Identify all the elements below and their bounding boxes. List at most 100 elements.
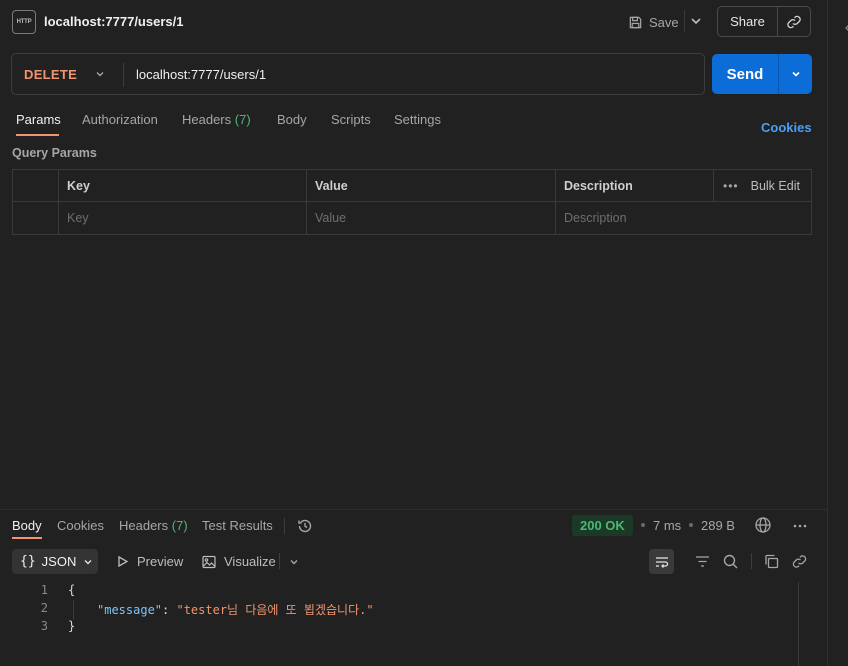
column-header-description: Description [564,179,633,193]
response-tab-test-results[interactable]: Test Results [202,518,273,533]
json-colon: : [162,603,177,617]
chevron-down-icon [84,559,92,564]
code-line: 2 "message": "tester님 다음에 또 뵙겠습니다." [0,601,800,619]
request-tabs: Params Authorization Headers (7) Body Sc… [0,108,827,136]
filter-icon[interactable] [694,553,711,570]
link-icon[interactable] [791,553,808,570]
visualize-button[interactable]: Visualize [202,554,276,569]
table-header-row: Key Value Description ••• Bulk Edit [13,170,811,202]
response-time[interactable]: 7 ms [653,518,681,533]
checkbox-column-header [13,170,59,202]
format-label: JSON [41,554,77,569]
globe-icon[interactable] [754,516,772,534]
column-header-value: Value [307,170,556,202]
image-icon [202,555,216,568]
code-line: 3 } [0,619,800,637]
copy-icon[interactable] [763,553,780,570]
chevron-down-icon [791,71,800,77]
format-select[interactable]: {} JSON [12,549,98,574]
bulk-edit-label: Bulk Edit [750,179,800,193]
visualize-chevron-down-icon[interactable] [288,556,300,568]
active-tab-indicator [12,537,42,539]
tab-headers-label: Headers [182,112,232,127]
response-tab-body[interactable]: Body [12,518,42,533]
wrap-lines-button[interactable] [649,549,674,574]
share-button[interactable]: Share [718,7,778,36]
right-sidebar-rail [827,0,848,666]
send-group: Send [712,54,812,94]
send-options-button[interactable] [779,54,812,94]
save-options-chevron-down-icon[interactable] [688,13,704,29]
table-row: Key Value Description [13,202,811,234]
response-divider[interactable] [0,509,827,510]
play-icon [118,555,129,568]
url-input[interactable]: localhost:7777/users/1 [136,67,266,82]
response-body-viewer[interactable]: 1 { 2 "message": "tester님 다음에 또 뵙겠습니다." … [0,582,800,666]
share-group: Share [717,6,811,37]
response-tab-cookies[interactable]: Cookies [57,518,104,533]
json-braces-icon: {} [20,554,36,569]
response-headers-count: (7) [171,518,188,533]
history-icon[interactable] [296,517,314,535]
save-icon [629,16,642,28]
url-bar: DELETE localhost:7777/users/1 [11,53,705,95]
cookies-link[interactable]: Cookies [761,120,812,135]
request-title[interactable]: localhost:7777/users/1 [44,14,183,29]
save-label: Save [649,14,679,30]
tab-scripts[interactable]: Scripts [331,112,371,127]
code-line: 1 { [0,583,800,601]
divider [751,553,752,569]
separator-dot [641,523,645,527]
query-params-title: Query Params [12,146,97,160]
divider [684,10,685,32]
response-tab-headers[interactable]: Headers (7) [119,518,188,533]
line-number: 2 [40,601,48,615]
save-button[interactable]: Save [624,8,684,36]
query-params-table: Key Value Description ••• Bulk Edit Key … [12,169,812,235]
preview-button[interactable]: Preview [116,554,183,569]
divider [713,170,714,202]
tab-headers[interactable]: Headers (7) [182,112,251,127]
request-title-bar: HTTP localhost:7777/users/1 Save Share [0,0,827,44]
method-chevron-down-icon[interactable] [94,68,106,80]
json-string-value: "tester님 다음에 또 뵙겠습니다." [176,603,374,617]
description-input[interactable]: Description [556,202,811,234]
headers-count: (7) [234,112,251,127]
active-tab-indicator [16,134,59,136]
separator-dot [689,523,693,527]
json-key: "message" [97,603,163,617]
code-text: "message": "tester님 다음에 또 뵙겠습니다." [97,601,374,618]
http-request-icon: HTTP [12,10,36,34]
row-checkbox-cell [13,202,59,234]
indent-guide [73,600,74,620]
visualize-label: Visualize [224,554,276,569]
response-size[interactable]: 289 B [701,518,735,533]
tab-settings[interactable]: Settings [394,112,441,127]
scrollbar[interactable] [798,582,812,666]
more-horizontal-icon[interactable] [791,517,809,535]
search-icon[interactable] [722,553,739,570]
tab-body[interactable]: Body [277,112,307,127]
link-icon [787,15,801,28]
divider [284,518,285,534]
copy-link-button[interactable] [778,7,810,36]
code-text: } [68,619,76,633]
chevron-left-icon[interactable] [843,22,848,34]
send-button[interactable]: Send [712,54,779,94]
response-headers-label: Headers [119,518,169,533]
wrap-icon [655,556,668,568]
more-horizontal-icon: ••• [723,179,739,193]
preview-label: Preview [137,554,184,569]
status-badge[interactable]: 200 OK [572,515,633,536]
divider [123,63,124,87]
divider [279,553,280,569]
value-input[interactable]: Value [307,202,556,234]
line-number: 3 [40,619,48,633]
tab-params[interactable]: Params [16,112,61,127]
tab-authorization[interactable]: Authorization [82,112,158,127]
method-select[interactable]: DELETE [24,67,77,82]
key-input[interactable]: Key [59,202,307,234]
line-number: 1 [40,583,48,597]
column-header-key: Key [59,170,307,202]
bulk-edit-button[interactable]: ••• Bulk Edit [723,170,800,202]
